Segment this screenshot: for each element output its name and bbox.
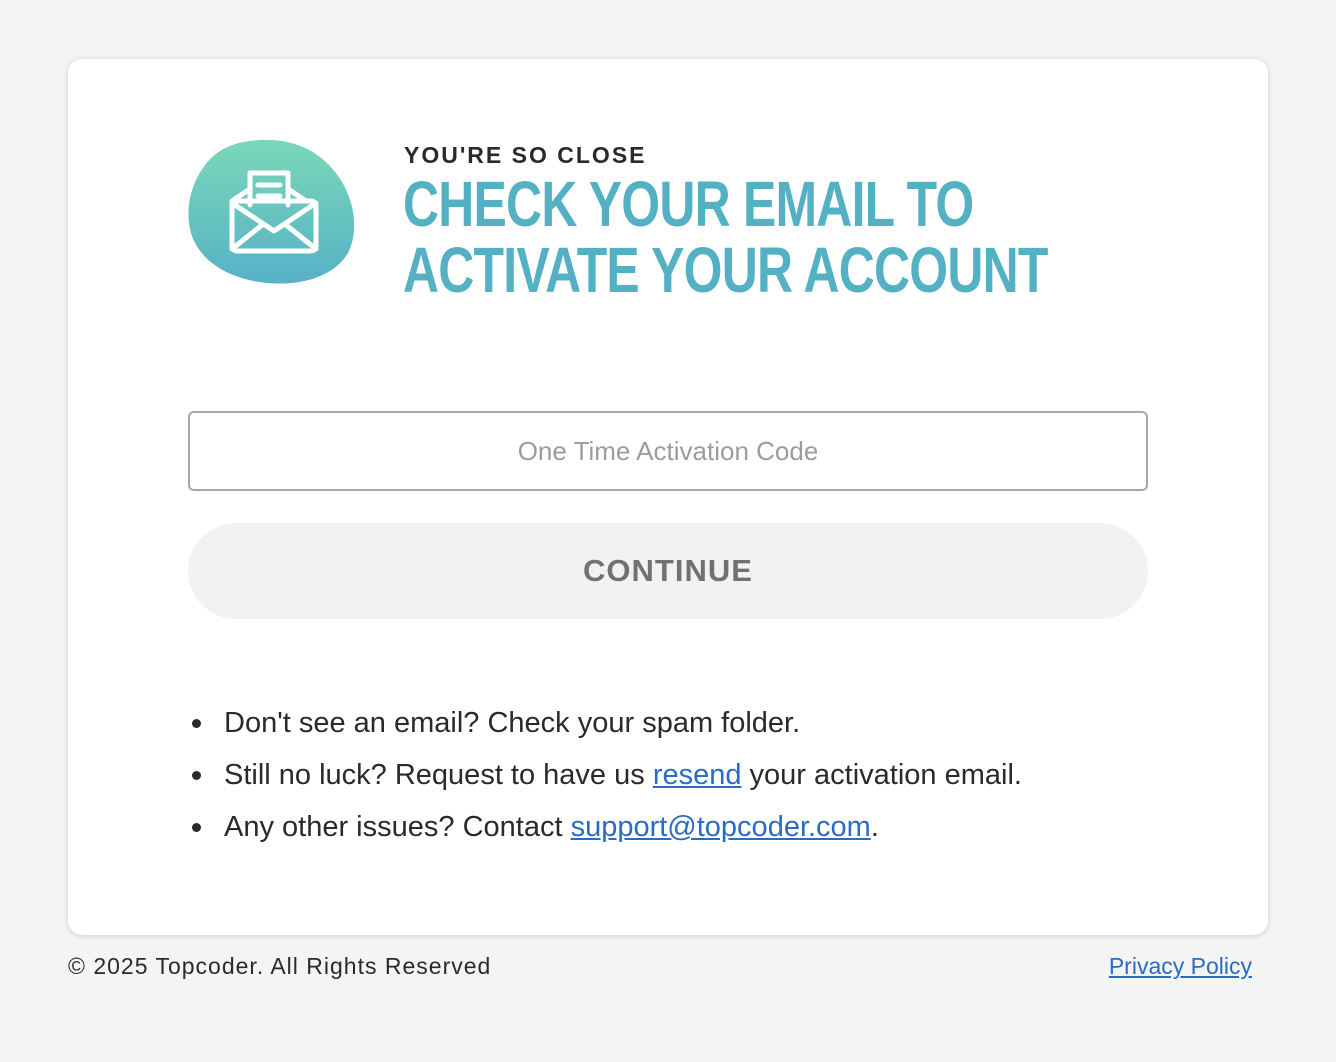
bullet-icon	[192, 823, 201, 832]
activation-code-input[interactable]	[188, 411, 1148, 491]
support-email-link[interactable]: support@topcoder.com	[571, 811, 871, 843]
list-item: Still no luck? Request to have us resend…	[188, 749, 1022, 801]
bullet-icon	[192, 719, 201, 728]
page-title: CHECK YOUR EMAIL TO ACTIVATE YOUR ACCOUN…	[403, 168, 1048, 306]
list-item: Any other issues? Contact support@topcod…	[188, 801, 1022, 853]
help-item-resend-suffix: your activation email.	[741, 759, 1022, 791]
continue-button[interactable]: CONTINUE	[188, 523, 1148, 619]
envelope-open-icon	[188, 139, 355, 284]
help-item-contact-prefix: Any other issues? Contact	[224, 811, 571, 843]
activation-card: YOU'RE SO CLOSE CHECK YOUR EMAIL TO ACTI…	[68, 59, 1268, 935]
footer-copyright: © 2025 Topcoder. All Rights Reserved	[68, 953, 492, 979]
privacy-policy-link[interactable]: Privacy Policy	[1109, 953, 1252, 980]
page-title-line-2: ACTIVATE YOUR ACCOUNT	[403, 234, 1048, 306]
eyebrow-text: YOU'RE SO CLOSE	[404, 142, 647, 168]
help-item-resend-prefix: Still no luck? Request to have us	[224, 759, 653, 791]
resend-link[interactable]: resend	[653, 759, 742, 791]
page-title-line-1: CHECK YOUR EMAIL TO	[403, 168, 974, 240]
list-item: Don't see an email? Check your spam fold…	[188, 697, 1022, 749]
help-item-spam: Don't see an email? Check your spam fold…	[224, 707, 801, 739]
help-list: Don't see an email? Check your spam fold…	[188, 697, 1022, 853]
bullet-icon	[192, 771, 201, 780]
help-item-contact-suffix: .	[870, 811, 879, 843]
